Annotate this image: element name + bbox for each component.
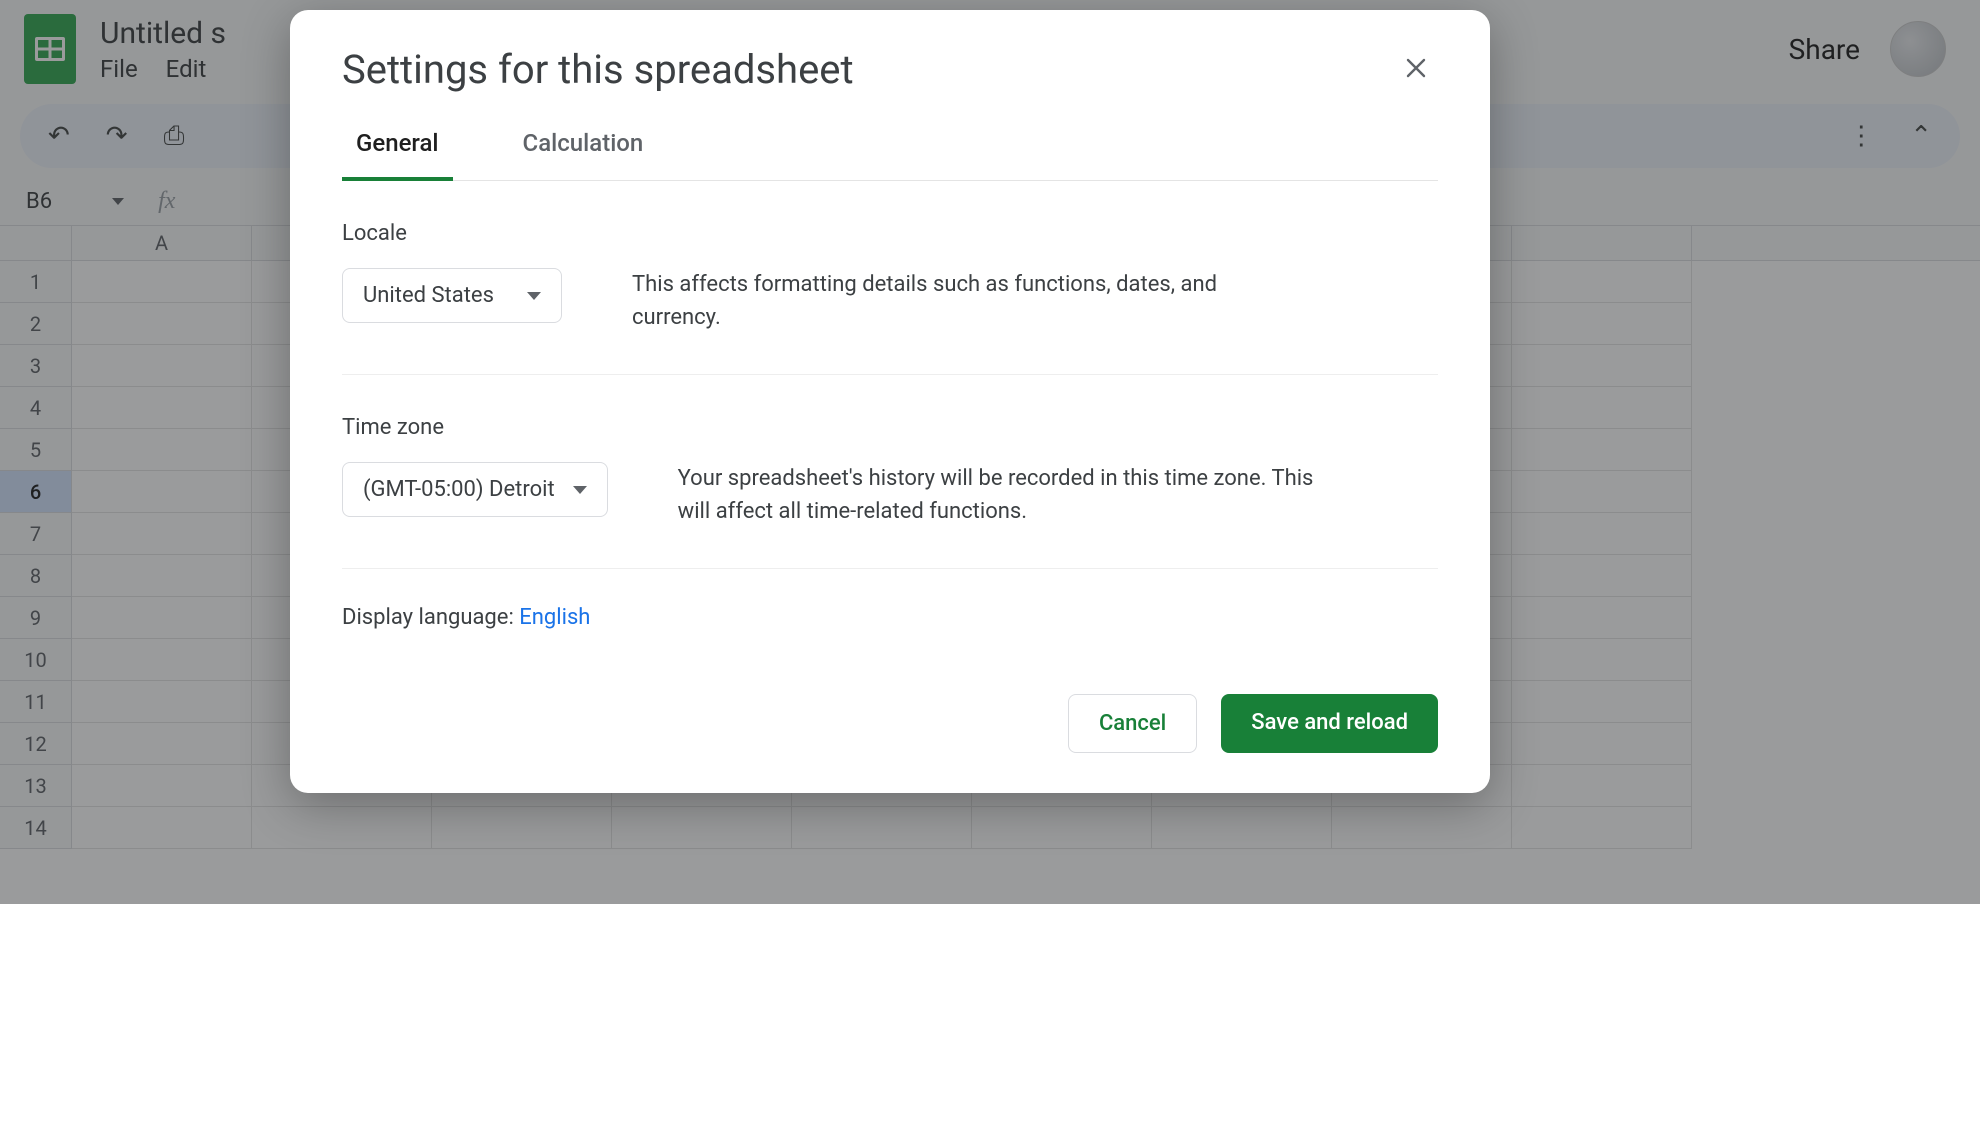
save-and-reload-button[interactable]: Save and reload bbox=[1221, 694, 1438, 753]
settings-dialog: Settings for this spreadsheet General Ca… bbox=[290, 10, 1490, 793]
close-icon[interactable] bbox=[1394, 46, 1438, 90]
dialog-header: Settings for this spreadsheet bbox=[342, 46, 1438, 93]
timezone-section: Time zone (GMT-05:00) Detroit Your sprea… bbox=[342, 375, 1438, 569]
locale-section: Locale United States This affects format… bbox=[342, 181, 1438, 375]
locale-value: United States bbox=[363, 283, 494, 308]
chevron-down-icon bbox=[527, 292, 541, 300]
timezone-value: (GMT-05:00) Detroit bbox=[363, 477, 555, 502]
tab-general[interactable]: General bbox=[342, 129, 453, 181]
display-language-prefix: Display language: bbox=[342, 605, 519, 630]
timezone-select[interactable]: (GMT-05:00) Detroit bbox=[342, 462, 608, 517]
dialog-tabs: General Calculation bbox=[342, 129, 1438, 181]
locale-select[interactable]: United States bbox=[342, 268, 562, 323]
timezone-label: Time zone bbox=[342, 415, 1438, 440]
display-language: Display language: English bbox=[342, 569, 1438, 630]
display-language-link[interactable]: English bbox=[519, 605, 590, 630]
chevron-down-icon bbox=[573, 486, 587, 494]
tab-calculation[interactable]: Calculation bbox=[509, 129, 658, 181]
locale-hint: This affects formatting details such as … bbox=[632, 268, 1272, 334]
cancel-button[interactable]: Cancel bbox=[1068, 694, 1197, 753]
timezone-hint: Your spreadsheet's history will be recor… bbox=[678, 462, 1318, 528]
dialog-actions: Cancel Save and reload bbox=[342, 694, 1438, 753]
locale-label: Locale bbox=[342, 221, 1438, 246]
dialog-title: Settings for this spreadsheet bbox=[342, 46, 854, 93]
